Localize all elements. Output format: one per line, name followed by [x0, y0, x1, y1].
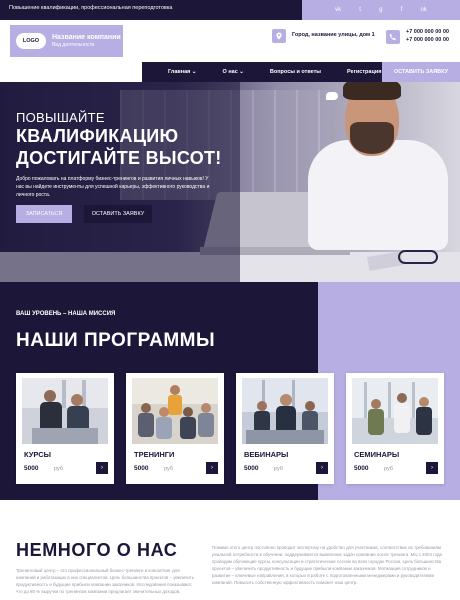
phone-block: +7 000 000 00 00 +7 000 000 00 00 — [386, 29, 449, 44]
nav-label-home: Главная — [168, 69, 191, 75]
address-text: Город, название улицы, дом 1 — [292, 32, 375, 39]
location-icon — [272, 29, 286, 43]
header: LOGO Название компании Вид деятельности … — [0, 20, 460, 62]
top-bar: Повышение квалификации, профессиональная… — [0, 0, 460, 20]
hero-title-line2: ДОСТИГАЙТЕ ВЫСОТ! — [16, 148, 222, 168]
logo-badge: LOGO — [16, 33, 46, 49]
program-card-courses[interactable]: КУРСЫ 5000 руб › — [16, 373, 114, 484]
program-card-trainings[interactable]: ТРЕНИНГИ 5000 руб › — [126, 373, 224, 484]
mission-label: ВАШ УРОВЕНЬ – НАША МИССИЯ — [16, 311, 116, 317]
hero-lead: Добро пожаловать на платформу бизнес-тре… — [16, 176, 210, 198]
address-block: Город, название улицы, дом 1 — [272, 29, 375, 43]
card-currency: руб — [384, 466, 393, 472]
company-name: Название компании — [52, 34, 121, 41]
courses-photo — [22, 378, 108, 444]
hero-person-beard — [350, 122, 394, 154]
nav-item-registration[interactable]: Регистрация — [347, 69, 381, 75]
about-heading: НЕМНОГО О НАС — [16, 540, 178, 560]
arrow-right-icon[interactable]: › — [206, 462, 218, 474]
phone-numbers[interactable]: +7 000 000 00 00 +7 000 000 00 00 — [406, 29, 449, 44]
arrow-right-icon[interactable]: › — [316, 462, 328, 474]
program-card-webinars[interactable]: ВЕБИНАРЫ 5000 руб › — [236, 373, 334, 484]
about-text-left: Тренинговый центр – это профессиональный… — [16, 568, 195, 595]
nav-item-home[interactable]: Главная ⌄ — [168, 69, 197, 75]
trainings-photo — [132, 378, 218, 444]
nav-item-faq[interactable]: Вопросы и ответы — [270, 69, 321, 75]
google-icon[interactable]: g — [379, 7, 382, 13]
program-card-seminars[interactable]: СЕМИНАРЫ 5000 руб › — [346, 373, 444, 484]
chevron-down-icon: ⌄ — [239, 69, 244, 75]
social-links: vk t g f ok — [302, 0, 460, 20]
programs-section: ВАШ УРОВЕНЬ – НАША МИССИЯ НАШИ ПРОГРАММЫ… — [0, 282, 460, 500]
card-price: 5000 — [24, 465, 39, 472]
card-currency: руб — [54, 466, 63, 472]
card-title: ВЕБИНАРЫ — [244, 450, 289, 459]
twitter-icon[interactable]: t — [359, 7, 361, 13]
arrow-right-icon[interactable]: › — [96, 462, 108, 474]
about-section: НЕМНОГО О НАС Тренинговый центр – это пр… — [0, 500, 460, 600]
card-price: 5000 — [354, 465, 369, 472]
company-activity: Вид деятельности — [52, 42, 95, 48]
phone-icon — [386, 29, 400, 44]
chevron-down-icon: ⌄ — [191, 69, 197, 75]
leave-request-button[interactable]: ОСТАВИТЬ ЗАЯВКУ — [382, 62, 460, 82]
card-title: ТРЕНИНГИ — [134, 450, 175, 459]
nav-item-about[interactable]: О нас ⌄ — [223, 69, 244, 75]
phone-2[interactable]: +7 000 000 00 00 — [406, 37, 449, 43]
about-text-right: Помимо этого центр постоянно проводит эк… — [212, 545, 442, 586]
phone-1[interactable]: +7 000 000 00 00 — [406, 29, 449, 35]
top-slogan: Повышение квалификации, профессиональная… — [9, 5, 173, 11]
vk-icon[interactable]: vk — [335, 7, 341, 13]
hero-title-line1: КВАЛИФИКАЦИЮ — [16, 126, 179, 146]
logo[interactable]: LOGO Название компании Вид деятельности — [10, 25, 123, 57]
webinars-photo — [242, 378, 328, 444]
hero-person-hair — [343, 82, 401, 100]
facebook-icon[interactable]: f — [401, 7, 403, 13]
logo-text: Название компании Вид деятельности — [52, 34, 121, 48]
main-nav: Главная ⌄ О нас ⌄ Вопросы и ответы Регис… — [142, 62, 382, 82]
hero-kicker: ПОВЫШАЙТЕ — [16, 110, 105, 125]
nav-label-about: О нас — [222, 69, 238, 75]
hero-glasses — [398, 250, 438, 264]
card-currency: руб — [274, 466, 283, 472]
hero-person-body — [308, 140, 448, 250]
card-title: СЕМИНАРЫ — [354, 450, 400, 459]
odnoklassniki-icon[interactable]: ok — [421, 7, 427, 13]
hero-request-button[interactable]: ОСТАВИТЬ ЗАЯВКУ — [84, 205, 152, 223]
card-price: 5000 — [244, 465, 259, 472]
card-price: 5000 — [134, 465, 149, 472]
hero: ПОВЫШАЙТЕ КВАЛИФИКАЦИЮ ДОСТИГАЙТЕ ВЫСОТ!… — [0, 82, 460, 282]
card-title: КУРСЫ — [24, 450, 52, 459]
card-currency: руб — [164, 466, 173, 472]
seminars-photo — [352, 378, 438, 444]
programs-heading: НАШИ ПРОГРАММЫ — [16, 330, 216, 351]
chat-bubble-icon — [326, 92, 338, 100]
arrow-right-icon[interactable]: › — [426, 462, 438, 474]
sign-up-button[interactable]: ЗАПИСАТЬСЯ — [16, 205, 72, 223]
